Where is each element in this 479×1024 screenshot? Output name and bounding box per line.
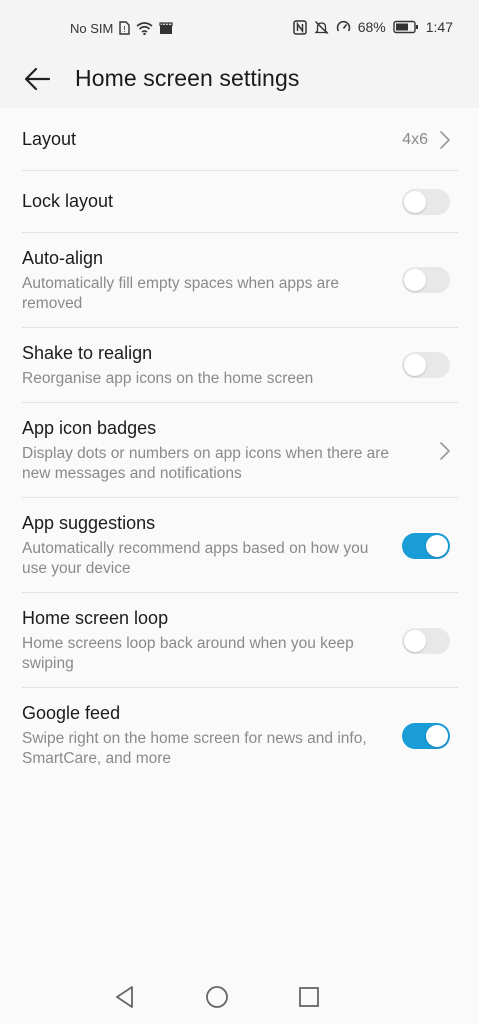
nav-recents-icon[interactable] [296,984,322,1010]
app-header: Home screen settings [0,56,479,108]
setting-subtitle-google-feed: Swipe right on the home screen for news … [22,730,367,767]
chevron-right-icon [438,441,452,461]
status-right: 68% 1:47 [292,16,453,38]
setting-row-shake-to-realign[interactable]: Shake to realign Reorganise app icons on… [22,328,458,403]
svg-text:!: ! [123,25,126,34]
setting-title-lock-layout: Lock layout [22,191,114,211]
setting-row-auto-align[interactable]: Auto-align Automatically fill empty spac… [22,233,458,328]
app-suggestions-toggle[interactable] [402,533,450,559]
setting-subtitle-auto-align: Automatically fill empty spaces when app… [22,275,340,312]
carrier-text: No SIM [70,20,114,36]
sim-missing-icon: ! [119,21,131,35]
setting-title-layout: Layout [22,129,77,149]
mute-icon [314,20,329,35]
shake-to-realign-toggle[interactable] [402,352,450,378]
toggle-knob [404,354,426,376]
toggle-knob [426,535,448,557]
lock-layout-toggle[interactable] [402,189,450,215]
setting-subtitle-app-suggestions: Automatically recommend apps based on ho… [22,540,369,577]
setting-row-app-icon-badges[interactable]: App icon badges Display dots or numbers … [22,403,458,498]
battery-icon [393,20,419,34]
status-left: No SIM ! [70,18,173,38]
layout-value: 4x6 [402,131,428,148]
google-feed-toggle[interactable] [402,723,450,749]
setting-row-lock-layout[interactable]: Lock layout [22,171,458,233]
setting-subtitle-home-screen-loop: Home screens loop back around when you k… [22,635,354,672]
nfc-icon [292,19,307,35]
toggle-knob [404,191,426,213]
page-title: Home screen settings [75,65,300,91]
setting-subtitle-shake-to-realign: Reorganise app icons on the home screen [22,370,314,387]
nav-back-icon[interactable] [112,984,138,1010]
clock: 1:47 [425,19,453,35]
setting-title-home-screen-loop: Home screen loop [22,608,169,628]
battery-percent: 68% [357,19,386,35]
toggle-knob [404,630,426,652]
setting-row-app-suggestions[interactable]: App suggestions Automatically recommend … [22,498,458,593]
toggle-knob [426,725,448,747]
setting-row-layout[interactable]: Layout 4x6 [22,108,458,171]
speed-icon [336,20,351,34]
clapper-icon [159,21,173,35]
setting-title-shake-to-realign: Shake to realign [22,343,153,363]
setting-row-google-feed[interactable]: Google feed Swipe right on the home scre… [22,688,458,783]
status-bar: No SIM ! 68% 1:47 [0,0,479,56]
back-arrow-icon[interactable] [22,64,52,94]
setting-row-home-screen-loop[interactable]: Home screen loop Home screens loop back … [22,593,458,688]
home-screen-loop-toggle[interactable] [402,628,450,654]
setting-title-google-feed: Google feed [22,703,121,723]
auto-align-toggle[interactable] [402,267,450,293]
system-nav-bar [0,968,479,1024]
setting-title-app-icon-badges: App icon badges [22,418,157,438]
setting-title-app-suggestions: App suggestions [22,513,156,533]
wifi-icon [136,21,153,35]
toggle-knob [404,269,426,291]
chevron-right-icon [438,130,452,150]
setting-title-auto-align: Auto-align [22,248,104,268]
nav-home-icon[interactable] [204,984,230,1010]
setting-subtitle-app-icon-badges: Display dots or numbers on app icons whe… [22,445,390,482]
